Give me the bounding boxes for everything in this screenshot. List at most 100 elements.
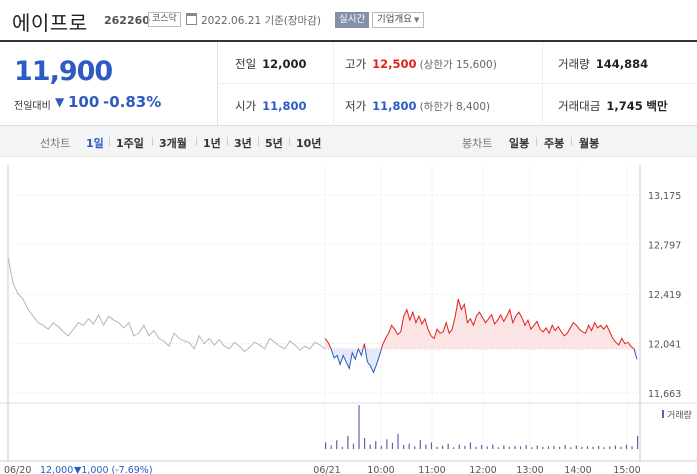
divider — [217, 42, 218, 126]
market-badge: 코스닥 — [148, 12, 181, 27]
open-value: 11,800 — [262, 99, 307, 113]
change-label: 전일대비 — [14, 101, 51, 112]
high-value: 12,500 — [372, 57, 417, 71]
volume-bar — [536, 445, 538, 449]
tab-1d[interactable]: 1일 — [86, 135, 104, 151]
low-value: 11,800 — [372, 99, 417, 113]
volume-bar — [520, 446, 522, 449]
volume-label: 거래량 — [558, 57, 590, 71]
volume-bar — [481, 445, 483, 449]
volume-bar — [453, 447, 455, 449]
y-tick-label: 12,041 — [648, 340, 681, 351]
tab-3m[interactable]: 3개월 — [159, 135, 187, 151]
x-tick-label: 15:00 — [613, 465, 640, 474]
low-cell: 저가 11,800 (하한가 8,400) — [345, 98, 490, 114]
change-value: 100 — [68, 93, 100, 111]
volume-bar — [436, 446, 438, 449]
price-chart[interactable]: 13,175 12,797 12,419 12,041 11,663 06/21 10:00… — [0, 157, 697, 474]
volume-bar — [547, 446, 550, 449]
stock-code: 262260 — [104, 14, 150, 27]
volume-bar — [408, 443, 410, 449]
tab-1w[interactable]: 1주일 — [116, 135, 144, 151]
volume-bar — [430, 442, 433, 449]
volume-bar — [464, 445, 466, 449]
amount-unit: 백만 — [646, 99, 668, 113]
high-label: 고가 — [345, 57, 367, 71]
volume-bar — [570, 447, 572, 449]
prev-day-line — [7, 257, 326, 353]
divider — [333, 42, 334, 126]
volume-bar — [325, 442, 327, 449]
volume-bar — [358, 405, 360, 449]
volume-bar — [352, 443, 355, 449]
volume-legend-swatch — [662, 410, 664, 418]
tab-monthly-candle[interactable]: 월봉 — [579, 135, 599, 151]
volume-bar — [598, 445, 600, 449]
realtime-button[interactable]: 실시간 — [335, 12, 370, 28]
prev-close-value: 12,000 — [262, 57, 307, 71]
tab-3y[interactable]: 3년 — [234, 135, 252, 151]
divider — [542, 42, 543, 126]
volume-bar — [458, 444, 460, 449]
chevron-down-icon: ▼ — [413, 16, 420, 24]
tab-divider — [196, 137, 197, 146]
volume-bar — [503, 445, 505, 449]
x-tick-label: 14:00 — [564, 465, 591, 474]
high-cell: 고가 12,500 (상한가 15,600) — [345, 56, 497, 72]
open-cell: 시가 11,800 — [235, 98, 307, 114]
current-price: 11,900 — [14, 56, 113, 87]
tab-1y[interactable]: 1년 — [203, 135, 221, 151]
volume-bar — [419, 440, 421, 449]
company-overview-label: 기업개요 — [377, 14, 412, 25]
change-rate: -0.83% — [103, 93, 162, 111]
volume-bar — [637, 435, 639, 449]
volume-bar — [542, 446, 544, 449]
x-tick-label: 12:00 — [469, 465, 496, 474]
volume-bar — [486, 446, 488, 449]
volume-value: 144,884 — [595, 57, 649, 71]
volume-bar — [414, 446, 416, 449]
prev-close-cell: 전일 12,000 — [235, 56, 307, 72]
tab-divider — [258, 137, 259, 146]
header: 에이프로 262260 코스닥 2022.06.21 기준(장마감) 실시간 기… — [0, 0, 697, 40]
volume-bar — [341, 446, 343, 449]
volume-bar — [386, 439, 388, 449]
open-label: 시가 — [235, 99, 257, 113]
prev-close-label: 전일 — [235, 57, 257, 71]
volume-bar — [581, 446, 583, 449]
volume-bar — [514, 445, 516, 449]
down-arrow-icon: ▼ — [55, 95, 65, 109]
volume-bar — [603, 447, 605, 449]
x-tick-label: 06/21 — [313, 465, 340, 474]
chart-tab-bar: 선차트 1일 1주일 3개월 1년 3년 5년 10년 봉차트 일봉 주봉 월봉 — [0, 126, 697, 157]
amount-cell: 거래대금 1,745 백만 — [558, 98, 668, 114]
tab-weekly-candle[interactable]: 주봉 — [544, 135, 564, 151]
tab-divider — [152, 137, 153, 146]
divider — [217, 83, 697, 84]
volume-bar — [330, 445, 332, 449]
x-tick-label: 10:00 — [367, 465, 394, 474]
volume-bar — [380, 445, 382, 449]
tab-5y[interactable]: 5년 — [265, 135, 283, 151]
tab-divider — [571, 137, 572, 146]
company-overview-button[interactable]: 기업개요 ▼ — [372, 12, 425, 28]
tab-daily-candle[interactable]: 일봉 — [509, 135, 529, 151]
volume-cell: 거래량 144,884 — [558, 56, 648, 72]
calendar-icon — [186, 13, 197, 25]
y-tick-label: 13,175 — [648, 191, 681, 202]
line-chart-label: 선차트 — [40, 137, 71, 150]
volume-bar — [575, 445, 577, 449]
volume-bar — [375, 441, 377, 449]
tab-10y[interactable]: 10년 — [296, 135, 321, 151]
volume-bar — [447, 443, 449, 449]
amount-value: 1,745 — [606, 99, 643, 113]
volume-bar — [564, 445, 566, 449]
low-label: 저가 — [345, 99, 367, 113]
tab-divider — [227, 137, 228, 146]
y-tick-label: 11,663 — [648, 389, 681, 400]
volume-bar — [631, 446, 633, 449]
volume-bar — [508, 446, 511, 449]
x-tick-label: 13:00 — [516, 465, 543, 474]
volume-bar — [336, 440, 338, 449]
volume-bar — [531, 447, 533, 449]
